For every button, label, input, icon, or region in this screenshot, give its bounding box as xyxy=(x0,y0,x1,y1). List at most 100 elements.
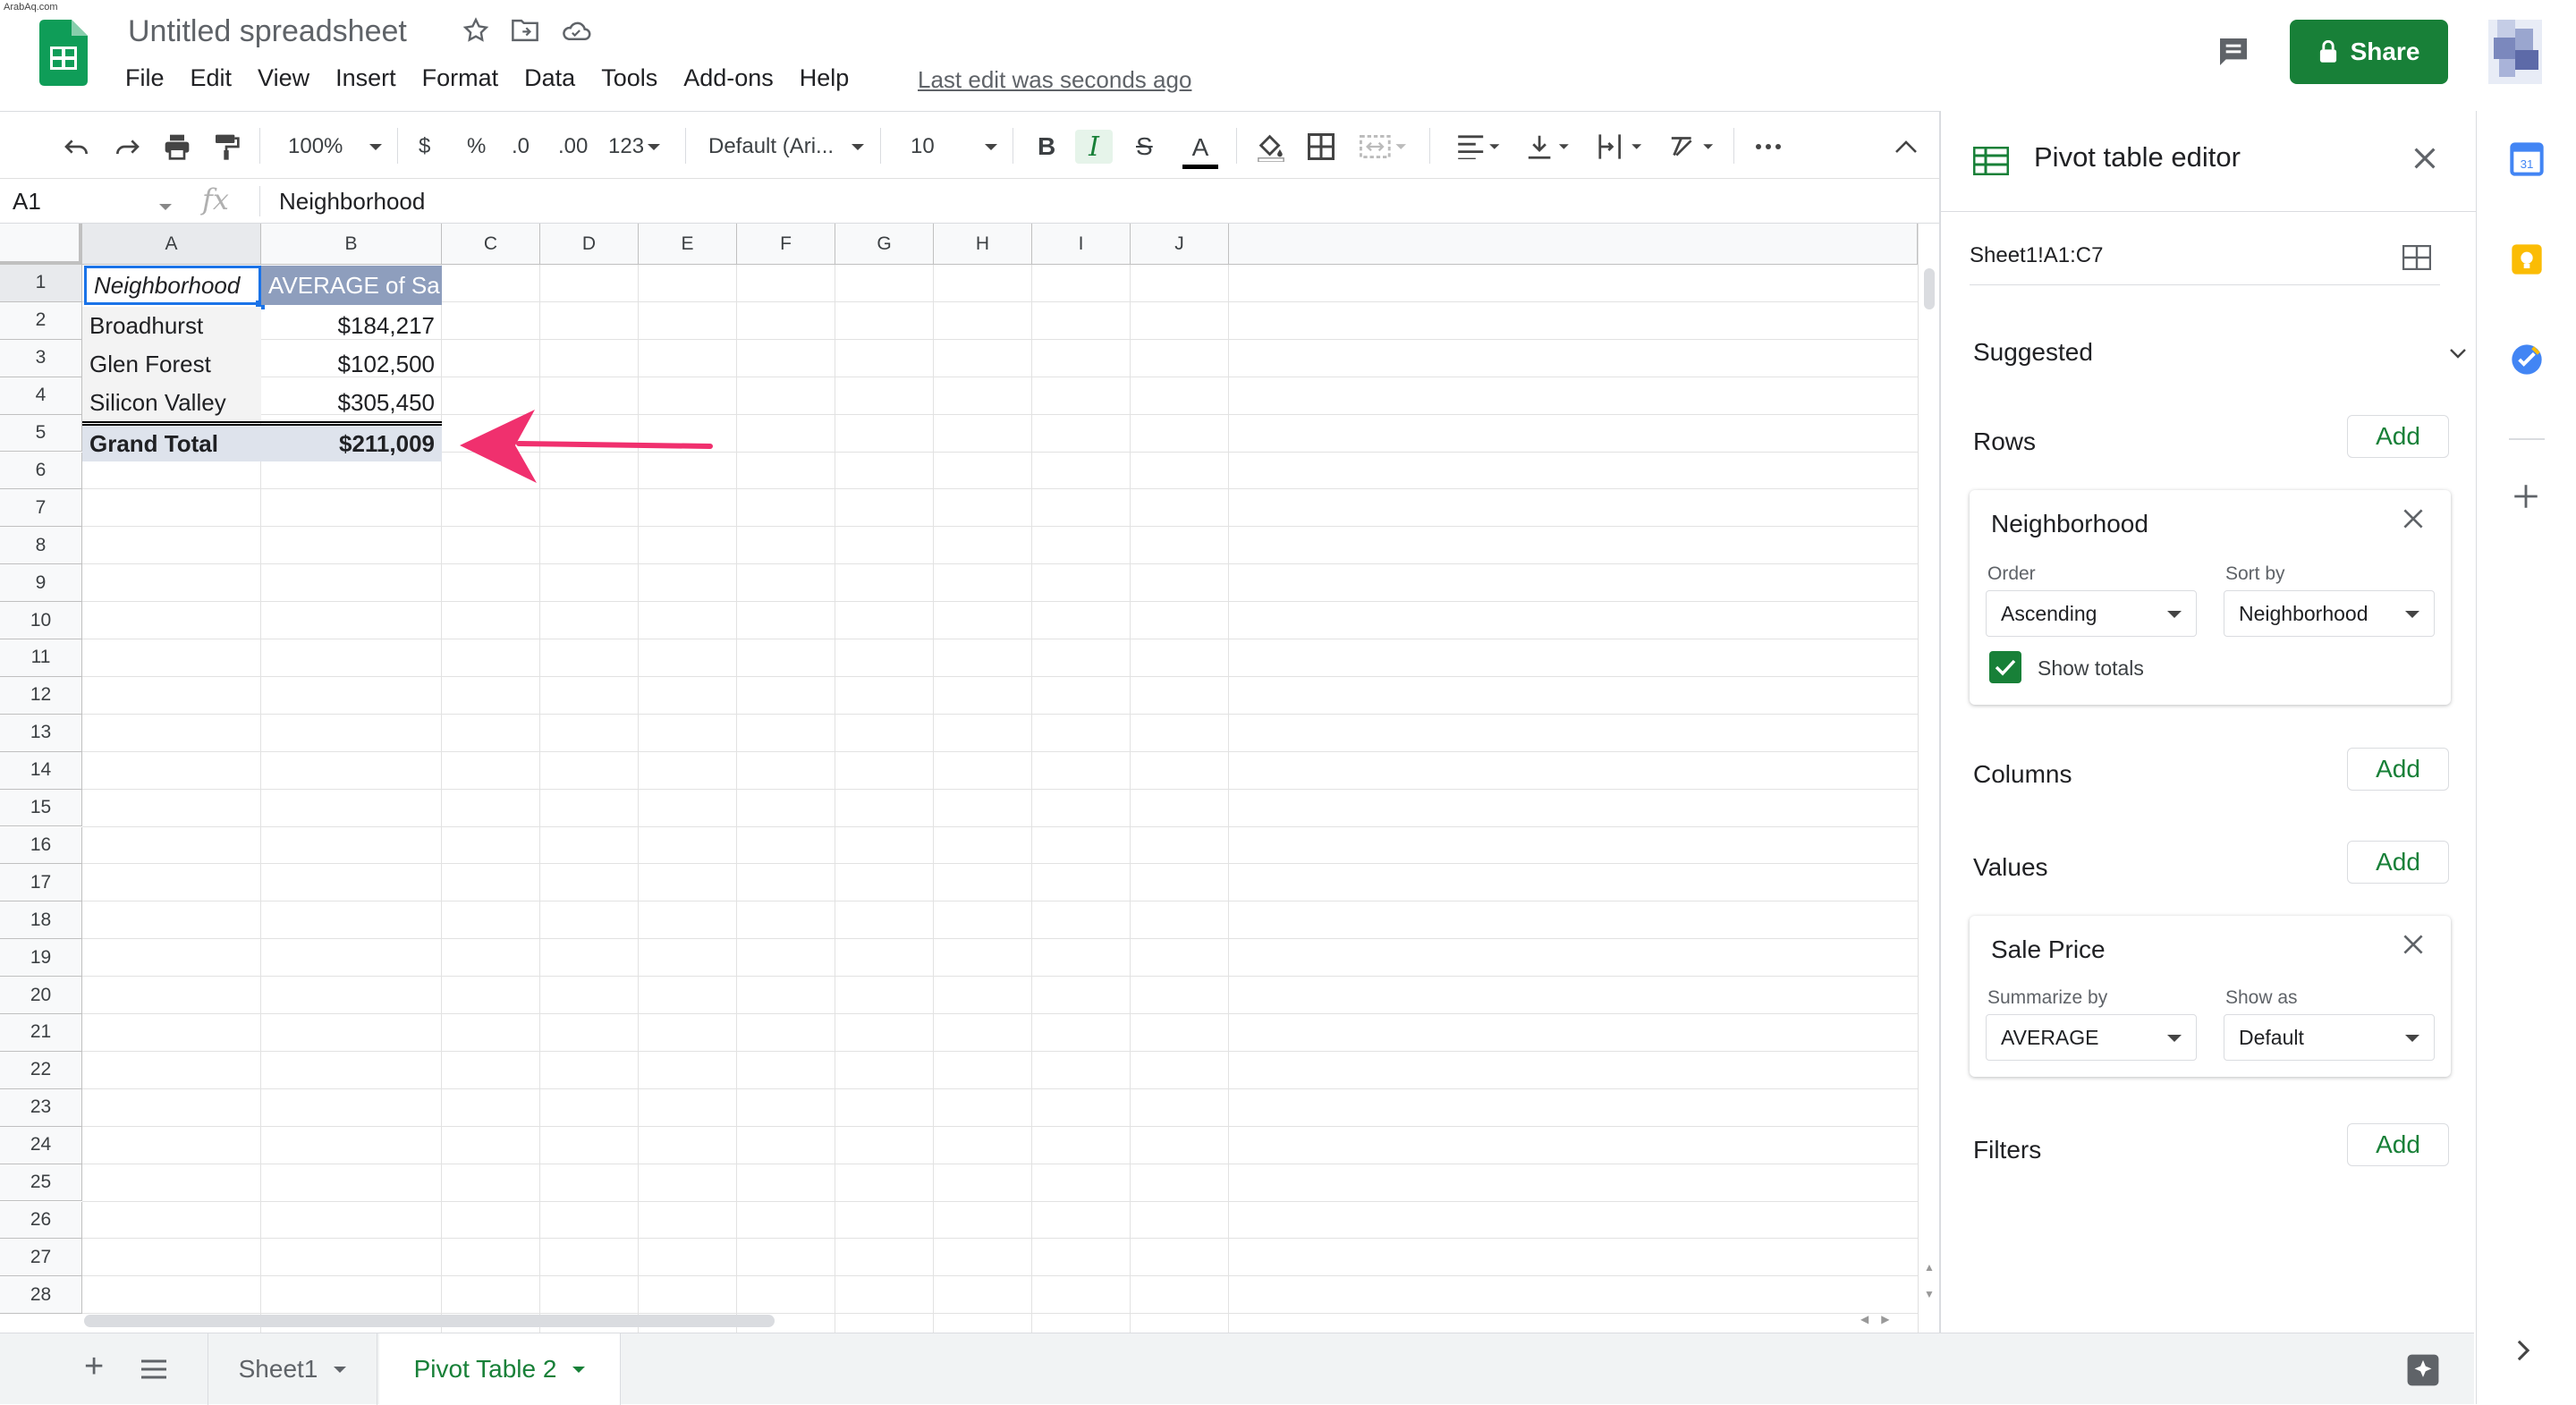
row-header[interactable]: 13 xyxy=(0,714,82,752)
suggested-section[interactable]: Suggested xyxy=(1973,338,2093,367)
strikethrough-button[interactable]: S xyxy=(1136,130,1153,164)
row-header[interactable]: 26 xyxy=(0,1201,82,1240)
row-header[interactable]: 1 xyxy=(0,265,82,302)
document-title[interactable]: Untitled spreadsheet xyxy=(128,14,407,49)
grand-total-value[interactable]: $211,009 xyxy=(261,426,442,461)
pivot-row-value[interactable]: $102,500 xyxy=(261,345,442,384)
row-header[interactable]: 28 xyxy=(0,1276,82,1315)
sort-by-select[interactable]: Neighborhood xyxy=(2224,590,2435,637)
increase-decimal-button[interactable]: .00 xyxy=(558,130,588,164)
add-addon-icon[interactable] xyxy=(2511,481,2541,512)
row-header[interactable]: 20 xyxy=(0,977,82,1014)
undo-icon[interactable] xyxy=(63,130,91,164)
collapse-menus-icon[interactable] xyxy=(1894,130,1918,164)
more-options-icon[interactable] xyxy=(1755,130,1782,164)
row-header[interactable]: 18 xyxy=(0,901,82,940)
font-family-select[interactable]: Default (Ari... xyxy=(708,130,865,164)
grand-total-label[interactable]: Grand Total xyxy=(82,426,261,461)
row-header[interactable]: 27 xyxy=(0,1239,82,1277)
vertical-scroll-thumb[interactable] xyxy=(1924,268,1935,309)
keep-icon[interactable] xyxy=(2509,241,2545,277)
column-header[interactable]: F xyxy=(737,224,835,265)
row-header[interactable]: 3 xyxy=(0,339,82,377)
add-value-button[interactable]: Add xyxy=(2347,841,2449,884)
data-range-field[interactable]: Sheet1!A1:C7 xyxy=(1970,243,2103,268)
sheet-tab-pivot-table-2[interactable]: Pivot Table 2 xyxy=(379,1333,621,1405)
order-select[interactable]: Ascending xyxy=(1986,590,2197,637)
row-header[interactable]: 11 xyxy=(0,639,82,677)
row-header[interactable]: 25 xyxy=(0,1164,82,1202)
row-header[interactable]: 9 xyxy=(0,564,82,603)
percent-button[interactable]: % xyxy=(467,130,486,164)
pivot-row-value[interactable]: $305,450 xyxy=(261,384,442,422)
pivot-row-value[interactable]: $184,217 xyxy=(261,307,442,345)
menu-file[interactable]: File xyxy=(125,64,165,92)
row-header[interactable]: 4 xyxy=(0,377,82,415)
name-box-dropdown-icon[interactable] xyxy=(159,199,172,215)
show-totals-checkbox[interactable] xyxy=(1989,651,2021,683)
close-icon[interactable] xyxy=(2413,147,2436,170)
last-edit-link[interactable]: Last edit was seconds ago xyxy=(918,66,1191,94)
name-box[interactable]: A1 xyxy=(13,188,41,216)
paint-format-icon[interactable] xyxy=(213,130,240,164)
show-as-select[interactable]: Default xyxy=(2224,1014,2435,1061)
text-rotation-icon[interactable] xyxy=(1667,130,1717,164)
column-header[interactable]: B xyxy=(261,224,442,265)
decrease-decimal-button[interactable]: .0 xyxy=(512,130,530,164)
horizontal-align-icon[interactable] xyxy=(1456,130,1503,164)
column-header[interactable]: J xyxy=(1131,224,1229,265)
row-header[interactable]: 14 xyxy=(0,751,82,790)
sheet-tab-sheet1[interactable]: Sheet1 xyxy=(208,1333,377,1405)
vertical-scrollbar[interactable]: ▲ ▼ xyxy=(1918,224,1939,1333)
horizontal-scroll-arrows-icon[interactable]: ◀▶ xyxy=(1860,1313,1902,1325)
redo-icon[interactable] xyxy=(113,130,141,164)
menu-help[interactable]: Help xyxy=(800,64,850,92)
merge-cells-icon[interactable] xyxy=(1360,130,1406,164)
add-sheet-icon[interactable]: + xyxy=(84,1348,104,1386)
select-all-corner[interactable] xyxy=(0,224,82,265)
chevron-down-icon[interactable] xyxy=(2449,347,2467,360)
column-header[interactable]: A xyxy=(82,224,261,265)
add-row-button[interactable]: Add xyxy=(2347,415,2449,458)
menu-data[interactable]: Data xyxy=(524,64,575,92)
text-wrap-icon[interactable] xyxy=(1596,130,1646,164)
share-button[interactable]: Share xyxy=(2290,20,2448,84)
menu-addons[interactable]: Add-ons xyxy=(683,64,774,92)
column-header[interactable]: C xyxy=(442,224,540,265)
zoom-select[interactable]: 100% xyxy=(288,130,383,164)
row-header[interactable]: 12 xyxy=(0,676,82,715)
menu-tools[interactable]: Tools xyxy=(601,64,657,92)
sheets-logo-icon[interactable] xyxy=(39,20,88,86)
scroll-up-icon[interactable]: ▲ xyxy=(1924,1261,1935,1274)
column-header[interactable]: D xyxy=(540,224,639,265)
comment-icon[interactable] xyxy=(2215,34,2252,70)
add-column-button[interactable]: Add xyxy=(2347,748,2449,791)
fill-color-icon[interactable] xyxy=(1256,130,1286,164)
avatar[interactable] xyxy=(2488,20,2542,84)
row-header[interactable]: 22 xyxy=(0,1051,82,1089)
row-header[interactable]: 15 xyxy=(0,789,82,827)
currency-button[interactable]: $ xyxy=(419,130,430,164)
row-header[interactable]: 21 xyxy=(0,1014,82,1052)
text-color-button[interactable]: A xyxy=(1182,130,1218,169)
row-header[interactable]: 19 xyxy=(0,939,82,978)
bold-button[interactable]: B xyxy=(1038,130,1055,164)
remove-value-field-icon[interactable] xyxy=(2402,934,2424,955)
pivot-row-label[interactable]: Glen Forest xyxy=(82,345,261,384)
star-icon[interactable] xyxy=(462,16,490,45)
row-header[interactable]: 5 xyxy=(0,414,82,453)
explore-icon[interactable] xyxy=(2406,1353,2440,1387)
row-header[interactable]: 2 xyxy=(0,301,82,340)
tasks-icon[interactable] xyxy=(2509,342,2545,377)
menu-insert[interactable]: Insert xyxy=(335,64,396,92)
add-filter-button[interactable]: Add xyxy=(2347,1123,2449,1166)
cloud-status-icon[interactable] xyxy=(560,18,592,43)
pivot-header-value[interactable]: AVERAGE of Sa xyxy=(261,266,442,305)
pivot-header-neighborhood[interactable]: Neighborhood xyxy=(84,266,261,305)
column-header[interactable]: I xyxy=(1032,224,1131,265)
menu-format[interactable]: Format xyxy=(422,64,499,92)
menu-view[interactable]: View xyxy=(258,64,309,92)
column-header[interactable]: E xyxy=(639,224,737,265)
row-header[interactable]: 16 xyxy=(0,826,82,865)
row-header[interactable]: 23 xyxy=(0,1088,82,1127)
